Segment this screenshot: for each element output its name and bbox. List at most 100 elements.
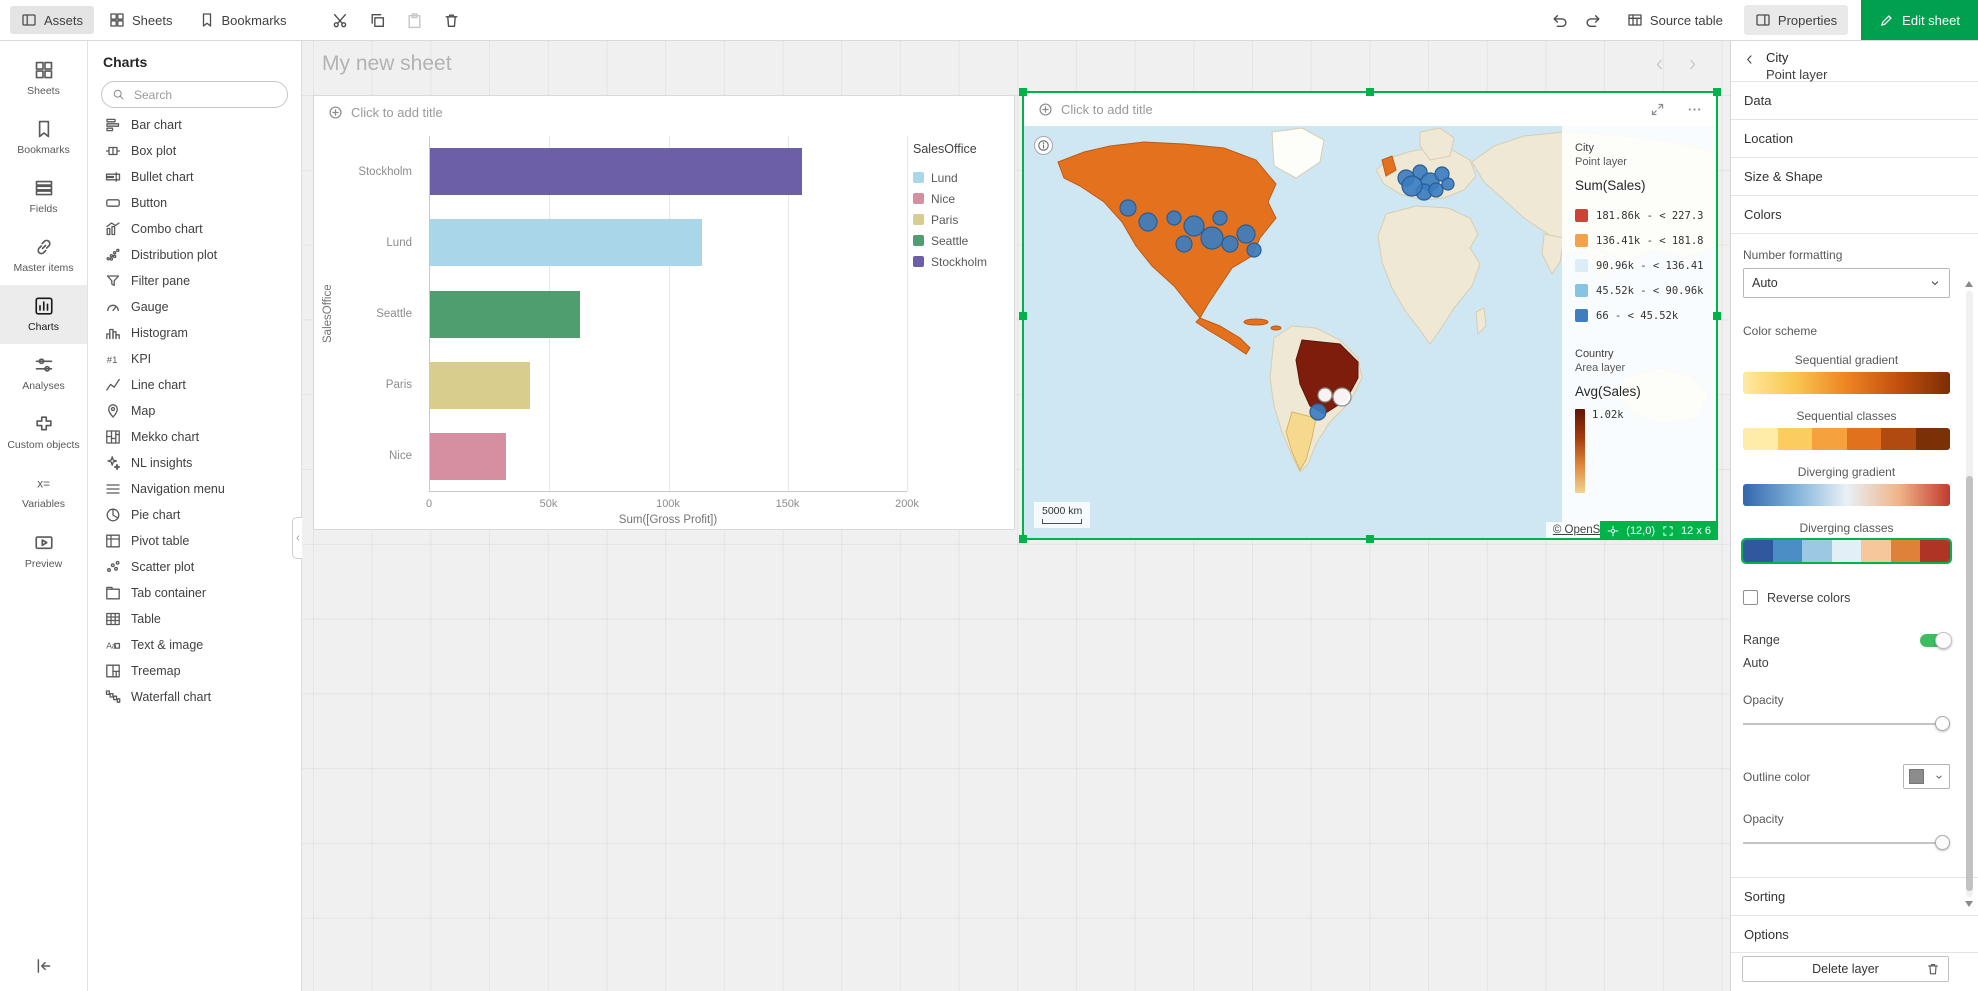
resize-handle-ne[interactable] <box>1713 88 1721 96</box>
chart-type-filter-pane[interactable]: Filter pane <box>88 268 301 294</box>
bar-widget-header[interactable]: Click to add title <box>314 96 1014 129</box>
resize-handle-n[interactable] <box>1366 88 1374 96</box>
resize-handle-s[interactable] <box>1366 535 1374 543</box>
reverse-colors-checkbox[interactable] <box>1743 590 1758 605</box>
chart-type-line-chart[interactable]: Line chart <box>88 372 301 398</box>
bar-seattle[interactable] <box>430 291 580 338</box>
number-formatting-dropdown[interactable]: Auto <box>1743 268 1950 298</box>
sidebar-item-variables[interactable]: x=Variables <box>0 462 87 521</box>
chart-type-mekko-chart[interactable]: Mekko chart <box>88 424 301 450</box>
more-options-icon[interactable] <box>1687 102 1702 117</box>
chart-type-treemap[interactable]: Treemap <box>88 658 301 684</box>
chart-type-table[interactable]: Table <box>88 606 301 632</box>
back-button[interactable] <box>1743 53 1756 66</box>
section-options[interactable]: Options <box>1731 915 1978 953</box>
legend-item-paris[interactable]: Paris <box>913 209 1011 230</box>
delete-layer-button[interactable]: Delete layer <box>1742 956 1949 982</box>
bar-chart-widget[interactable]: Click to add title SalesOffice Stockholm… <box>313 95 1015 530</box>
legend-item-stockholm[interactable]: Stockholm <box>913 251 1011 272</box>
legend-item-seattle[interactable]: Seattle <box>913 230 1011 251</box>
chart-type-distribution-plot[interactable]: Distribution plot <box>88 242 301 268</box>
map-widget-header[interactable]: Click to add title <box>1024 93 1716 126</box>
sidebar-item-charts[interactable]: Charts <box>0 285 87 344</box>
chart-type-tab-container[interactable]: Tab container <box>88 580 301 606</box>
scroll-up-arrow[interactable] <box>1965 281 1973 287</box>
scrollbar-thumb[interactable] <box>1966 476 1973 891</box>
resize-handle-w[interactable] <box>1019 312 1027 320</box>
sidebar-item-master-items[interactable]: Master items <box>0 226 87 285</box>
chevron-down-icon <box>1934 772 1944 782</box>
resize-handle-nw[interactable] <box>1019 88 1027 96</box>
cut-icon[interactable] <box>332 12 349 29</box>
section-data[interactable]: Data <box>1731 81 1978 119</box>
sidebar-item-preview[interactable]: Preview <box>0 522 87 581</box>
scroll-down-arrow[interactable] <box>1965 901 1973 907</box>
undo-button[interactable] <box>1543 0 1577 40</box>
chart-type-scatter-plot[interactable]: Scatter plot <box>88 554 301 580</box>
source-table-button[interactable]: Source table <box>1616 5 1734 35</box>
chart-type-button[interactable]: Button <box>88 190 301 216</box>
bar-nice[interactable] <box>430 433 506 480</box>
outline-color-dropdown[interactable] <box>1903 764 1950 789</box>
chart-type-navigation-menu[interactable]: Navigation menu <box>88 476 301 502</box>
map-info-button[interactable] <box>1034 136 1053 155</box>
sidebar-item-bookmarks[interactable]: Bookmarks <box>0 108 87 167</box>
previous-sheet-button[interactable] <box>1652 57 1667 72</box>
scheme-sequential-gradient[interactable] <box>1743 372 1950 394</box>
chart-type-bullet-chart[interactable]: Bullet chart <box>88 164 301 190</box>
sidebar-item-custom-objects[interactable]: Custom objects <box>0 403 87 462</box>
sheet-canvas[interactable]: My new sheet Click to add title SalesOff… <box>302 41 1730 991</box>
outline-opacity-slider[interactable] <box>1743 835 1950 851</box>
legend-item-lund[interactable]: Lund <box>913 167 1011 188</box>
section-size-shape[interactable]: Size & Shape <box>1731 157 1978 195</box>
delete-icon[interactable] <box>443 12 460 29</box>
chart-type-kpi[interactable]: #1KPI <box>88 346 301 372</box>
chart-type-waterfall-chart[interactable]: Waterfall chart <box>88 684 301 710</box>
toolbar-tab-bookmarks[interactable]: Bookmarks <box>188 6 298 34</box>
section-sorting[interactable]: Sorting <box>1731 877 1978 915</box>
map-widget[interactable]: Click to add title <box>1022 91 1718 540</box>
edit-sheet-button[interactable]: Edit sheet <box>1861 0 1978 40</box>
toolbar-tab-assets[interactable]: Assets <box>10 6 94 34</box>
chart-type-pie-chart[interactable]: Pie chart <box>88 502 301 528</box>
chart-type-nl-insights[interactable]: NL insights <box>88 450 301 476</box>
sidebar-item-fields[interactable]: Fields <box>0 167 87 226</box>
next-sheet-button[interactable] <box>1685 57 1700 72</box>
paste-icon[interactable] <box>406 12 423 29</box>
bar-stockholm[interactable] <box>430 148 802 195</box>
range-toggle[interactable] <box>1920 634 1950 647</box>
collapse-rail-button[interactable] <box>35 957 53 975</box>
chart-type-pivot-table[interactable]: Pivot table <box>88 528 301 554</box>
scheme-diverging-classes[interactable] <box>1743 540 1950 562</box>
chart-type-text-image[interactable]: AaText & image <box>88 632 301 658</box>
map-area[interactable]: City Point layer Sum(Sales) 181.86k - < … <box>1024 126 1716 538</box>
opacity-slider[interactable] <box>1743 716 1950 732</box>
section-colors[interactable]: Colors <box>1731 195 1978 233</box>
scheme-diverging-gradient[interactable] <box>1743 484 1950 506</box>
sidebar-item-sheets[interactable]: Sheets <box>0 49 87 108</box>
bar-paris[interactable] <box>430 362 530 409</box>
redo-button[interactable] <box>1577 0 1611 40</box>
color-scheme-label: Color scheme <box>1743 324 1950 338</box>
legend-item-nice[interactable]: Nice <box>913 188 1011 209</box>
sidebar-item-analyses[interactable]: Analyses <box>0 344 87 403</box>
chart-type-bar-chart[interactable]: Bar chart <box>88 112 301 138</box>
chart-type-combo-chart[interactable]: Combo chart <box>88 216 301 242</box>
properties-button[interactable]: Properties <box>1744 5 1848 35</box>
resize-handle-e[interactable] <box>1713 312 1721 320</box>
scheme-sequential-classes[interactable] <box>1743 428 1950 450</box>
properties-scrollbar[interactable] <box>1964 281 1975 907</box>
chart-type-gauge[interactable]: Gauge <box>88 294 301 320</box>
search-input[interactable] <box>132 87 277 103</box>
fullscreen-icon[interactable] <box>1650 102 1665 117</box>
copy-icon[interactable] <box>369 12 386 29</box>
chart-type-histogram[interactable]: Histogram <box>88 320 301 346</box>
toolbar-tab-sheets[interactable]: Sheets <box>98 6 183 34</box>
bar-lund[interactable] <box>430 219 702 266</box>
collapse-charts-panel-button[interactable] <box>292 517 302 559</box>
chart-type-box-plot[interactable]: Box plot <box>88 138 301 164</box>
chart-type-map[interactable]: Map <box>88 398 301 424</box>
section-location[interactable]: Location <box>1731 119 1978 157</box>
charts-search[interactable] <box>101 81 288 108</box>
resize-handle-sw[interactable] <box>1019 535 1027 543</box>
